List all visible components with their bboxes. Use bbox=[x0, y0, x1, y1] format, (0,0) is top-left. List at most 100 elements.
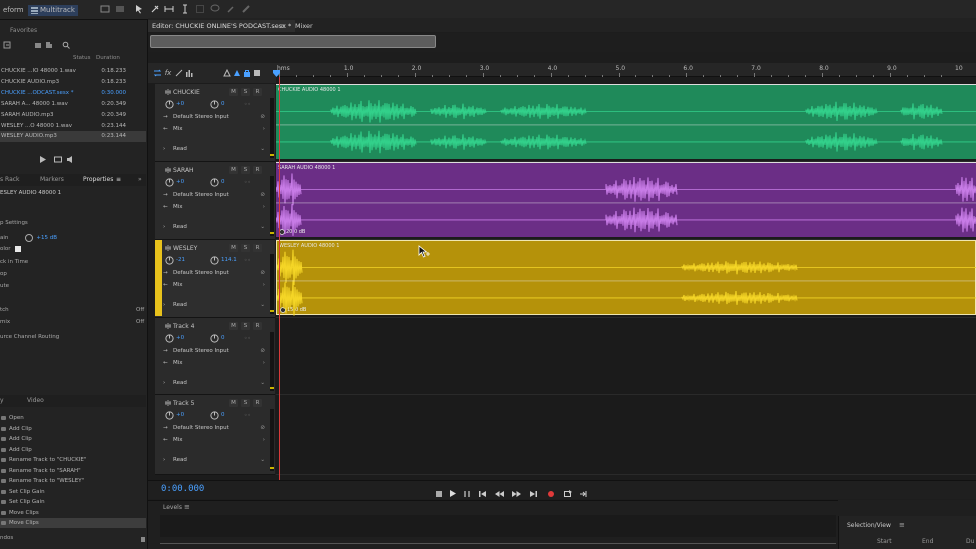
loop-label[interactable]: op bbox=[0, 271, 7, 277]
history-item[interactable]: Add Clip bbox=[0, 434, 146, 444]
mute-button[interactable]: M bbox=[229, 399, 238, 407]
time-ruler[interactable]: hms 1.0 2.0 3.0 4.0 5.0 6.0 7.0 8.0 9.0 10 bbox=[276, 63, 976, 77]
track-output-select[interactable]: ← Mix › bbox=[161, 202, 267, 212]
timecode-display[interactable]: 0:00.000 bbox=[161, 484, 204, 494]
go-to-start-icon[interactable] bbox=[474, 489, 491, 498]
track-volume-value[interactable]: +0 bbox=[176, 412, 210, 418]
track-automation-mode[interactable]: › Read ⌄ bbox=[161, 455, 267, 465]
solo-button[interactable]: S bbox=[241, 88, 250, 96]
eq-icon[interactable] bbox=[184, 68, 194, 78]
track-header[interactable]: SARAH M S R +0 0 ◦◦ → Default Stereo Input ⊘ ← Mix ›… bbox=[155, 162, 275, 240]
track-output-select[interactable]: ← Mix › bbox=[161, 124, 267, 134]
record-arm-button[interactable]: R bbox=[253, 244, 262, 252]
audio-clip[interactable]: SARAH AUDIO 48000 1 20.0 dB bbox=[276, 162, 976, 237]
record-icon[interactable] bbox=[542, 489, 559, 498]
file-list-item[interactable]: SARAH A... 48000 1.wav 0:20.349 bbox=[0, 99, 146, 110]
mute-label[interactable]: ute bbox=[0, 283, 9, 289]
rewind-icon[interactable] bbox=[491, 489, 508, 498]
track-pan-value[interactable]: 0 bbox=[221, 179, 243, 185]
new-file-icon[interactable] bbox=[33, 41, 42, 49]
track-output-select[interactable]: ← Mix › bbox=[161, 435, 267, 445]
track-lane[interactable]: WESLEY AUDIO 48000 1 15.0 dB bbox=[276, 240, 976, 318]
track-automation-mode[interactable]: › Read ⌄ bbox=[161, 378, 267, 388]
brush-tool-icon[interactable] bbox=[226, 4, 236, 16]
lock-icon[interactable] bbox=[242, 68, 252, 78]
multitrack-tab[interactable]: Multitrack bbox=[28, 5, 78, 16]
go-to-end-icon[interactable] bbox=[525, 489, 542, 498]
stereo-link-icon[interactable]: ◦◦ bbox=[243, 100, 252, 109]
track-lane[interactable] bbox=[276, 395, 976, 475]
loop-playback-icon[interactable] bbox=[559, 489, 576, 498]
volume-knob-icon[interactable] bbox=[165, 177, 174, 187]
record-arm-button[interactable]: R bbox=[253, 399, 262, 407]
track-input-select[interactable]: → Default Stereo Input ⊘ bbox=[161, 112, 267, 122]
stereo-link-icon[interactable]: ◦◦ bbox=[243, 334, 252, 343]
volume-knob-icon[interactable] bbox=[165, 99, 174, 109]
tab-editor[interactable]: Editor: CHUCKIE ONLINE'S PODCAST.sesx * bbox=[148, 20, 296, 32]
track-header[interactable]: Track 5 M S R +0 0 ◦◦ → Default Stereo Input ⊘ ← Mi… bbox=[155, 395, 275, 475]
track-header[interactable]: Track 4 M S R +0 0 ◦◦ → Default Stereo Input ⊘ ← Mi… bbox=[155, 318, 275, 395]
insert-icon[interactable] bbox=[44, 41, 53, 49]
solo-button[interactable]: S bbox=[241, 244, 250, 252]
time-selection-tool-icon[interactable] bbox=[180, 4, 190, 16]
playhead-handle[interactable] bbox=[273, 70, 280, 77]
tab-effects-rack[interactable]: s Rack bbox=[0, 176, 20, 183]
play-button-icon[interactable] bbox=[446, 489, 460, 498]
view-icon[interactable] bbox=[100, 4, 110, 16]
waveform-tab[interactable]: eform bbox=[0, 5, 27, 16]
fast-forward-icon[interactable] bbox=[508, 489, 525, 498]
skip-icon[interactable] bbox=[576, 489, 593, 498]
search-icon[interactable] bbox=[61, 41, 70, 49]
spot-heal-tool-icon[interactable] bbox=[241, 4, 251, 16]
track-automation-mode[interactable]: › Read ⌄ bbox=[161, 144, 267, 154]
move-tool-icon[interactable] bbox=[134, 4, 144, 16]
track-automation-mode[interactable]: › Read ⌄ bbox=[161, 222, 267, 232]
track-input-select[interactable]: → Default Stereo Input ⊘ bbox=[161, 423, 267, 433]
track-input-select[interactable]: → Default Stereo Input ⊘ bbox=[161, 268, 267, 278]
volume-knob-icon[interactable] bbox=[165, 410, 174, 420]
pan-knob-icon[interactable] bbox=[210, 410, 219, 420]
track-lane[interactable]: SARAH AUDIO 48000 1 20.0 dB bbox=[276, 162, 976, 240]
history-item[interactable]: Open bbox=[0, 413, 146, 423]
track-pan-value[interactable]: 114.1 bbox=[221, 257, 243, 263]
record-arm-button[interactable]: R bbox=[253, 322, 262, 330]
snap-icon[interactable] bbox=[222, 68, 232, 78]
tab-markers[interactable]: Markers bbox=[40, 176, 64, 183]
razor-tool-icon[interactable] bbox=[150, 4, 160, 16]
file-list-item[interactable]: CHUCKIE ...IO 48000 1.wav 0:18.233 bbox=[0, 66, 146, 77]
clip-settings-header[interactable]: p Settings bbox=[0, 220, 28, 226]
track-volume-value[interactable]: +0 bbox=[176, 335, 210, 341]
volume-icon[interactable] bbox=[66, 155, 75, 164]
track-name[interactable]: WESLEY bbox=[173, 245, 197, 252]
file-list-item[interactable]: CHUCKIE AUDIO.mp3 0:18.233 bbox=[0, 77, 146, 88]
history-item[interactable]: Rename Track to "SARAH" bbox=[0, 466, 146, 476]
mute-button[interactable]: M bbox=[229, 88, 238, 96]
track-input-select[interactable]: → Default Stereo Input ⊘ bbox=[161, 190, 267, 200]
slip-tool-icon[interactable] bbox=[164, 4, 174, 16]
stereo-link-icon[interactable]: ◦◦ bbox=[243, 256, 252, 265]
solo-button[interactable]: S bbox=[241, 166, 250, 174]
track-volume-value[interactable]: -21 bbox=[176, 257, 210, 263]
sync-icon[interactable] bbox=[152, 68, 162, 78]
pan-knob-icon[interactable] bbox=[210, 177, 219, 187]
history-item[interactable]: Set Clip Gain bbox=[0, 487, 146, 497]
mute-button[interactable]: M bbox=[229, 166, 238, 174]
track-automation-mode[interactable]: › Read ⌄ bbox=[161, 300, 267, 310]
overview-bar[interactable] bbox=[148, 33, 976, 52]
zoom-navigator-handle[interactable] bbox=[150, 35, 436, 48]
track-input-select[interactable]: → Default Stereo Input ⊘ bbox=[161, 346, 267, 356]
track-output-select[interactable]: ← Mix › bbox=[161, 280, 267, 290]
pan-knob-icon[interactable] bbox=[210, 255, 219, 265]
import-icon[interactable] bbox=[2, 41, 11, 49]
file-list-item[interactable]: WESLEY AUDIO.mp3 0:23.144 bbox=[0, 131, 146, 142]
history-item[interactable]: Rename Track to "CHUCKIE" bbox=[0, 455, 146, 465]
audio-clip[interactable]: CHUCKIE AUDIO 48000 1 bbox=[276, 84, 976, 159]
selection-view-menu-icon[interactable]: ≡ bbox=[899, 521, 905, 529]
clip-name-field[interactable]: ESLEY AUDIO 48000 1 bbox=[0, 190, 61, 196]
tab-history[interactable]: y bbox=[0, 397, 4, 404]
levels-menu-icon[interactable]: ≡ bbox=[184, 503, 190, 511]
track-header[interactable]: WESLEY M S R -21 114.1 ◦◦ → Default Stereo Input… bbox=[155, 240, 275, 318]
track-name[interactable]: SARAH bbox=[173, 167, 194, 174]
record-arm-button[interactable]: R bbox=[253, 166, 262, 174]
history-item[interactable]: Move Clips bbox=[0, 508, 146, 518]
